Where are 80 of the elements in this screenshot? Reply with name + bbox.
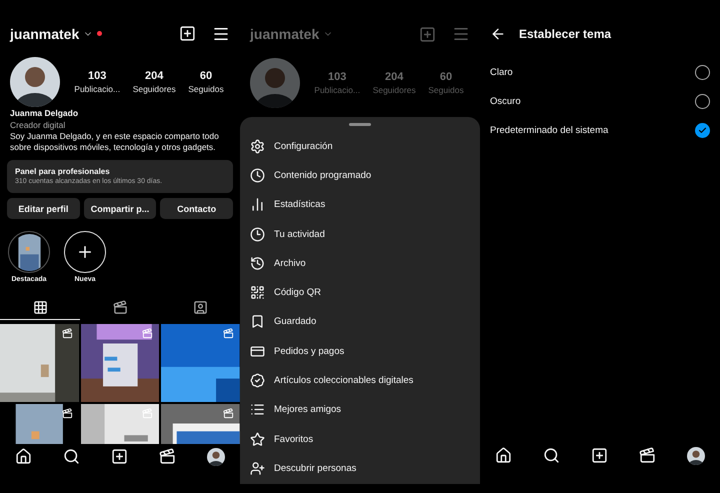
search-icon[interactable] bbox=[543, 447, 560, 464]
menu-item[interactable]: Configuración bbox=[274, 140, 333, 152]
menu-item[interactable]: Tu actividad bbox=[274, 228, 325, 240]
check-icon bbox=[698, 126, 707, 135]
reels-icon bbox=[142, 328, 154, 340]
menu-item[interactable]: Mejores amigos bbox=[274, 404, 342, 416]
menu-item[interactable]: Código QR bbox=[274, 287, 321, 298]
star-icon bbox=[250, 432, 265, 447]
menu-item[interactable]: Favoritos bbox=[274, 434, 314, 445]
search-icon[interactable] bbox=[63, 448, 80, 466]
create-icon bbox=[419, 26, 436, 42]
reels-icon bbox=[142, 408, 154, 420]
stat-label: Seguidos bbox=[428, 85, 464, 95]
stat-label: Publicacio... bbox=[74, 84, 120, 94]
reels-icon[interactable] bbox=[638, 447, 656, 464]
clock-icon bbox=[250, 168, 265, 183]
menu-item[interactable]: Artículos coleccionables digitales bbox=[274, 375, 414, 386]
list-icon bbox=[250, 402, 265, 418]
stat-label: Publicacio... bbox=[314, 85, 360, 95]
profile-category: Creador digital bbox=[10, 119, 66, 132]
qr-code-icon bbox=[250, 285, 265, 300]
menu-item[interactable]: Archivo bbox=[274, 258, 306, 269]
menu-item[interactable]: Descubrir personas bbox=[274, 462, 356, 474]
profile-bio: Soy Juanma Delgado, y en este espacio comparto todo sobre dispositivos móviles, tecnología y otros gadgets. bbox=[10, 131, 220, 154]
reels-icon[interactable] bbox=[158, 448, 176, 466]
theme-option[interactable]: Claro bbox=[490, 67, 513, 78]
home-icon[interactable] bbox=[495, 447, 512, 464]
reels-icon bbox=[62, 328, 73, 340]
home-icon[interactable] bbox=[15, 448, 32, 466]
stat-label: Seguidores bbox=[372, 85, 416, 95]
stat-value: 60 bbox=[200, 70, 212, 82]
username[interactable]: juanmatek bbox=[10, 26, 80, 42]
create-icon[interactable] bbox=[110, 448, 128, 466]
theme-option[interactable]: Predeterminado del sistema bbox=[490, 125, 608, 136]
settings-icon bbox=[250, 138, 265, 154]
avatar bbox=[686, 447, 705, 465]
stat-label: Seguidos bbox=[188, 84, 224, 94]
menu-item[interactable]: Guardado bbox=[274, 316, 316, 328]
menu-item[interactable]: Contenido programado bbox=[274, 170, 372, 181]
card-icon bbox=[250, 344, 265, 359]
create-icon[interactable] bbox=[590, 447, 608, 464]
add-person-icon bbox=[250, 460, 265, 476]
stat-value: 204 bbox=[145, 70, 164, 82]
bookmark-icon bbox=[250, 314, 265, 330]
avatar bbox=[206, 448, 225, 466]
reels-icon bbox=[222, 408, 234, 420]
profile-name: Juanma Delgado bbox=[10, 107, 80, 120]
radio-button[interactable] bbox=[695, 123, 710, 138]
menu-item[interactable]: Pedidos y pagos bbox=[274, 346, 344, 357]
radio-button[interactable] bbox=[695, 94, 710, 109]
drag-handle[interactable] bbox=[349, 123, 371, 126]
avatar bbox=[10, 57, 60, 108]
new-highlight-button[interactable] bbox=[64, 231, 106, 274]
stat-label: Seguidores bbox=[132, 84, 176, 94]
notification-dot bbox=[97, 31, 102, 36]
create-icon[interactable] bbox=[179, 25, 196, 42]
dashboard-title: Panel para profesionales bbox=[15, 166, 111, 178]
stat-value: 103 bbox=[328, 71, 346, 83]
theme-option[interactable]: Oscuro bbox=[490, 96, 521, 107]
menu-icon bbox=[452, 25, 470, 43]
badge-check-icon bbox=[250, 373, 265, 388]
highlight-ring[interactable] bbox=[8, 231, 50, 274]
history-icon bbox=[250, 256, 265, 271]
reels-icon bbox=[222, 328, 234, 340]
profile-button[interactable]: Contacto bbox=[160, 198, 234, 220]
profile-button[interactable]: Compartir p... bbox=[84, 198, 156, 220]
back-icon[interactable] bbox=[490, 26, 506, 42]
stat-value: 103 bbox=[88, 70, 106, 82]
stat-value: 60 bbox=[440, 71, 452, 83]
stat-value: 204 bbox=[385, 71, 404, 83]
bar-chart-icon bbox=[250, 197, 265, 212]
menu-item[interactable]: Estadísticas bbox=[274, 199, 326, 210]
profile-tab[interactable] bbox=[686, 447, 705, 465]
clock-icon bbox=[250, 226, 265, 242]
reels-icon bbox=[62, 408, 73, 420]
radio-button[interactable] bbox=[695, 65, 710, 80]
profile-button[interactable]: Editar perfil bbox=[7, 198, 80, 220]
profile-tab[interactable] bbox=[206, 448, 225, 466]
username: juanmatek bbox=[250, 26, 320, 42]
screen-title: Establecer tema bbox=[519, 27, 612, 41]
